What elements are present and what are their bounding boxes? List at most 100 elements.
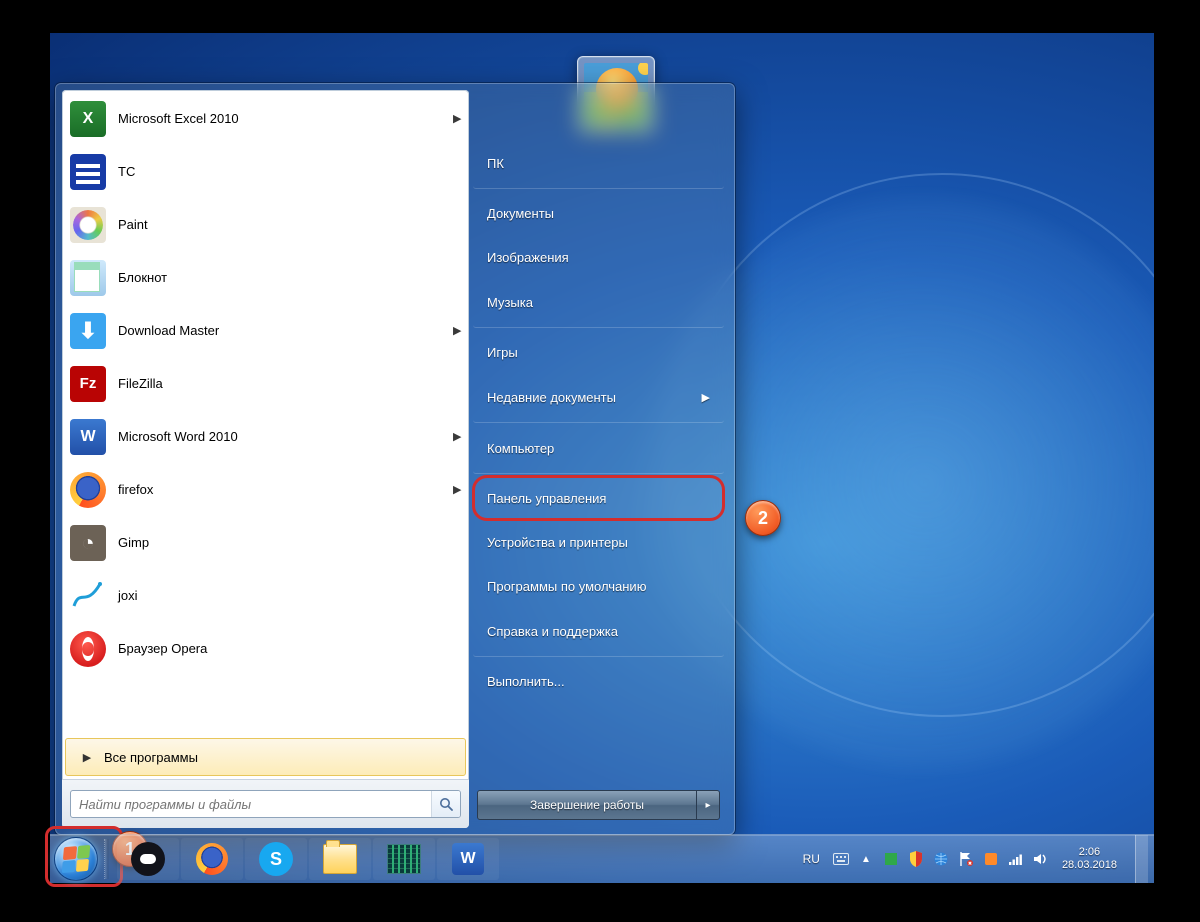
right-item-run[interactable]: Выполнить... — [473, 659, 724, 703]
tray-shield-icon[interactable] — [907, 850, 925, 868]
right-label: Недавние документы — [487, 390, 692, 405]
tray-orange-icon[interactable] — [982, 850, 1000, 868]
clock-time: 2:06 — [1062, 846, 1117, 859]
program-word[interactable]: Microsoft Word 2010 ▶ — [64, 410, 467, 463]
firefox-icon — [68, 470, 108, 510]
program-label: TC — [118, 164, 443, 179]
excel-icon — [68, 99, 108, 139]
right-label: Устройства и принтеры — [487, 535, 710, 550]
right-label: Изображения — [487, 250, 710, 265]
right-item-devices[interactable]: Устройства и принтеры — [473, 520, 724, 564]
right-label: Документы — [487, 206, 710, 221]
search-row — [62, 779, 469, 828]
program-notepad[interactable]: Блокнот — [64, 251, 467, 304]
tray-flag-icon[interactable]: ✖ — [957, 850, 975, 868]
program-joxi[interactable]: joxi — [64, 569, 467, 622]
program-firefox[interactable]: firefox ▶ — [64, 463, 467, 516]
right-item-user[interactable]: ПК — [473, 140, 724, 189]
right-label: Панель управления — [487, 491, 710, 506]
all-programs-button[interactable]: ▶ Все программы — [65, 738, 466, 776]
tray-caret-up-icon[interactable]: ▲ — [857, 850, 875, 868]
submenu-caret-icon: ▶ — [453, 324, 461, 337]
notepad-icon — [68, 258, 108, 298]
pinned-programs-list: Microsoft Excel 2010 ▶ TC Paint Блокнот … — [62, 90, 469, 735]
explorer-icon — [323, 844, 357, 874]
program-gimp[interactable]: Gimp — [64, 516, 467, 569]
tray-globe-icon[interactable] — [932, 850, 950, 868]
keyboard-icon[interactable] — [832, 850, 850, 868]
right-label: Игры — [487, 345, 710, 360]
submenu-caret-icon: ▶ — [702, 391, 710, 404]
right-item-recent[interactable]: Недавние документы ▶ — [473, 374, 724, 423]
taskbar-sysmon[interactable] — [373, 838, 435, 880]
right-item-games[interactable]: Игры — [473, 330, 724, 374]
program-label: Блокнот — [118, 270, 443, 285]
program-filezilla[interactable]: FileZilla — [64, 357, 467, 410]
program-excel[interactable]: Microsoft Excel 2010 ▶ — [64, 92, 467, 145]
program-label: Download Master — [118, 323, 443, 338]
submenu-caret-icon: ▶ — [453, 112, 461, 125]
right-item-help[interactable]: Справка и поддержка — [473, 608, 724, 657]
shutdown-options-button[interactable]: ▸ — [697, 790, 720, 820]
right-label: Выполнить... — [487, 674, 710, 689]
search-input[interactable] — [71, 797, 431, 812]
right-item-pictures[interactable]: Изображения — [473, 235, 724, 279]
right-label: Компьютер — [487, 441, 710, 456]
program-label: FileZilla — [118, 376, 443, 391]
windows-logo-icon — [54, 837, 98, 881]
show-desktop-button[interactable] — [1135, 835, 1148, 883]
skype-icon: S — [259, 842, 293, 876]
annotation-badge-2: 2 — [745, 500, 781, 536]
right-label: Программы по умолчанию — [487, 579, 710, 594]
right-item-control-panel[interactable]: Панель управления — [473, 476, 724, 520]
notification-area: RU ▲ ✖ 2:06 28.03.2018 — [799, 835, 1154, 883]
all-programs-label: Все программы — [104, 750, 198, 765]
clock-date: 28.03.2018 — [1062, 859, 1117, 872]
right-list: ПК Документы Изображения Музыка Игры Нед… — [469, 140, 728, 703]
tc-icon — [68, 152, 108, 192]
language-indicator[interactable]: RU — [799, 850, 824, 868]
start-button[interactable] — [50, 835, 102, 883]
search-icon[interactable] — [431, 791, 460, 817]
search-box[interactable] — [70, 790, 461, 818]
filezilla-icon — [68, 364, 108, 404]
right-label: Музыка — [487, 295, 710, 310]
program-label: Браузер Opera — [118, 641, 443, 656]
start-menu: Microsoft Excel 2010 ▶ TC Paint Блокнот … — [55, 83, 735, 835]
program-opera[interactable]: Браузер Opera — [64, 622, 467, 675]
submenu-caret-icon: ▶ — [453, 483, 461, 496]
program-tc[interactable]: TC — [64, 145, 467, 198]
volume-icon[interactable] — [1032, 850, 1050, 868]
right-item-computer[interactable]: Компьютер — [473, 425, 724, 474]
taskbar-explorer[interactable] — [309, 838, 371, 880]
taskbar-items: S — [115, 835, 499, 883]
taskbar-firefox[interactable] — [181, 838, 243, 880]
annotation-badge-2-text: 2 — [758, 508, 768, 529]
program-label: firefox — [118, 482, 443, 497]
shutdown-button[interactable]: Завершение работы — [477, 790, 697, 820]
taskbar-skype[interactable]: S — [245, 838, 307, 880]
program-label: Microsoft Excel 2010 — [118, 111, 443, 126]
panda-icon — [131, 842, 165, 876]
svg-text:✖: ✖ — [968, 861, 972, 867]
program-downloadmaster[interactable]: Download Master ▶ — [64, 304, 467, 357]
taskbar-panda[interactable] — [117, 838, 179, 880]
network-icon[interactable] — [1007, 850, 1025, 868]
right-item-documents[interactable]: Документы — [473, 191, 724, 235]
program-label: joxi — [118, 588, 443, 603]
clock[interactable]: 2:06 28.03.2018 — [1058, 846, 1121, 871]
taskbar-word[interactable] — [437, 838, 499, 880]
tray-square-icon[interactable] — [882, 850, 900, 868]
program-label: Microsoft Word 2010 — [118, 429, 443, 444]
tray-icons: ▲ ✖ — [832, 850, 1050, 868]
program-label: Paint — [118, 217, 443, 232]
right-item-default-programs[interactable]: Программы по умолчанию — [473, 564, 724, 608]
start-menu-left-panel: Microsoft Excel 2010 ▶ TC Paint Блокнот … — [62, 90, 469, 828]
taskbar-separator — [104, 839, 113, 879]
right-item-music[interactable]: Музыка — [473, 279, 724, 328]
paint-icon — [68, 205, 108, 245]
shutdown-label: Завершение работы — [530, 798, 644, 812]
gimp-icon — [68, 523, 108, 563]
right-label: ПК — [487, 156, 710, 171]
program-paint[interactable]: Paint — [64, 198, 467, 251]
